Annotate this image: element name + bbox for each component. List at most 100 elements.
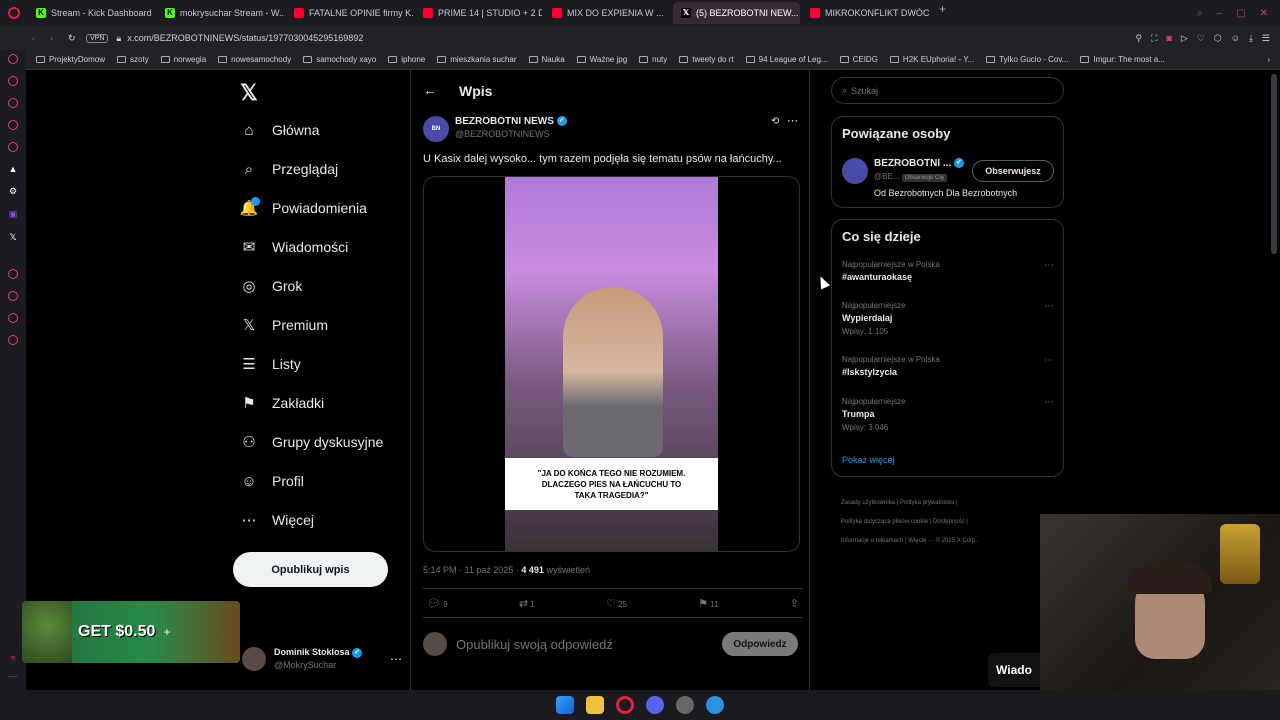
bookmark-item[interactable]: nuty <box>633 55 673 64</box>
trend-more-icon[interactable]: ⋯ <box>1044 355 1054 366</box>
pin-icon[interactable]: ⚲ <box>1136 33 1143 44</box>
sidebar-clock-icon[interactable] <box>8 291 18 301</box>
sidebar-x-icon[interactable]: 𝕏 <box>0 232 26 243</box>
bookmark-item[interactable]: Nauka <box>523 55 571 64</box>
bookmark-item[interactable]: norwegia <box>155 55 212 64</box>
nav-item-communities[interactable]: ⚇ Grupy dyskusyjne <box>240 427 383 457</box>
tweet-more-icon[interactable]: ⋯ <box>787 114 798 127</box>
account-icon[interactable]: ☺ <box>1231 33 1240 44</box>
start-menu-icon[interactable] <box>556 696 574 714</box>
nav-item-home[interactable]: ⌂ Główna <box>240 115 319 145</box>
reload-icon[interactable]: ↻ <box>68 33 86 44</box>
nav-item-list[interactable]: ☰ Listy <box>240 349 301 379</box>
footer-link[interactable]: Zasady użytkownika <box>841 500 895 506</box>
reply-input[interactable]: Opublikuj swoją odpowiedź <box>456 637 613 652</box>
like-action[interactable]: ♡ 25 <box>606 597 627 610</box>
bookmark-item[interactable]: samochody xayo <box>297 55 382 64</box>
sidebar-player-icon[interactable] <box>8 269 18 279</box>
play-icon[interactable]: ▷ <box>1181 33 1188 44</box>
sidebar-history-icon[interactable] <box>8 76 18 86</box>
nav-item-grok[interactable]: ◎ Grok <box>240 271 302 301</box>
trend-item[interactable]: Najpopularniejsze w Polska #Iskstylzycia ⋯ <box>842 355 1054 377</box>
forward-icon[interactable]: › <box>50 33 68 43</box>
browser-tab[interactable]: K Stream - Kick Dashboard <box>28 2 155 24</box>
bookmark-item[interactable]: ProjektyDomow <box>30 55 111 64</box>
bookmark-item[interactable]: 94 League of Leg... <box>740 55 834 64</box>
sidebar-wallet-icon[interactable] <box>8 98 18 108</box>
trend-item[interactable]: Najpopularniejsze Wypierdalaj Wpisy: 1 105… <box>842 301 1054 336</box>
nav-item-more[interactable]: ⋯ Więcej <box>240 505 315 535</box>
page-scrollbar[interactable] <box>1271 74 1277 254</box>
bookmark-item[interactable]: Tylko Gucio - Cov... <box>980 55 1074 64</box>
browser-tab[interactable]: PRIME 14 | STUDIO + 2 D... <box>415 2 542 24</box>
snapshot-icon[interactable]: ⛶ <box>1151 33 1157 44</box>
related-name-row[interactable]: BEZROBOTNI ... ✓ <box>874 158 965 169</box>
account-more-icon[interactable]: ⋯ <box>390 652 402 666</box>
bookmark-item[interactable]: CEIDG <box>834 55 884 64</box>
trend-more-icon[interactable]: ⋯ <box>1044 397 1054 408</box>
tweet-timestamp[interactable]: 5:14 PM · 11 paź 2025 · <box>423 565 519 575</box>
repost-action[interactable]: ⇄ 1 <box>519 597 535 610</box>
discord-icon[interactable] <box>646 696 664 714</box>
bookmark-item[interactable]: tweety do rt <box>673 55 739 64</box>
sidebar-mail-icon[interactable] <box>8 142 18 152</box>
footer-link[interactable]: Informacje o reklamach <box>841 538 903 544</box>
bookmark-action[interactable]: ⚑ 11 <box>698 597 718 610</box>
grok-icon[interactable]: ⟲ <box>771 116 779 127</box>
tweet-video[interactable]: "JA DO KOŃCA TEGO NIE ROZUMIEM. DLACZEGO… <box>423 176 800 552</box>
opera-gx-icon[interactable] <box>616 696 634 714</box>
share-icon[interactable]: ⇪ <box>790 597 799 610</box>
browser-tab[interactable]: FATALNE OPINIE firmy K... <box>286 2 413 24</box>
footer-link[interactable]: Więcej ··· <box>908 538 934 544</box>
nav-item-profile[interactable]: ☺ Profil <box>240 466 304 496</box>
sidebar-chat-icon[interactable] <box>8 313 18 323</box>
reply-button[interactable]: Odpowiedz <box>722 632 798 656</box>
nav-item-mail[interactable]: ✉ Wiadomości <box>240 232 349 262</box>
sidebar-messenger-icon[interactable] <box>8 54 18 64</box>
bookmark-item[interactable]: szoty <box>111 55 155 64</box>
new-tab-icon[interactable]: + <box>931 2 954 24</box>
sidebar-more-icon[interactable]: ⋯ <box>0 671 26 682</box>
pocket-icon[interactable]: ◙ <box>1166 33 1171 44</box>
messages-drawer[interactable]: Wiado <box>988 653 1040 687</box>
nav-item-x-logo[interactable]: 𝕏 Premium <box>240 310 328 340</box>
bookmark-item[interactable]: iphone <box>382 55 431 64</box>
search-tabs-icon[interactable]: ⌕ <box>1197 8 1203 19</box>
back-icon[interactable]: ‹ <box>32 33 50 43</box>
following-button[interactable]: Obserwujesz <box>972 160 1054 182</box>
close-icon[interactable]: ✕ <box>1260 8 1268 19</box>
account-switcher[interactable]: Dominik Stoklosa ✓ @MokrySuchar ⋯ <box>242 645 402 673</box>
browser-tab[interactable]: MIX DO EXPIENIA W ... <box>544 2 671 24</box>
nav-item-search[interactable]: ⌕ Przeglądaj <box>240 154 338 184</box>
trend-more-icon[interactable]: ⋯ <box>1044 301 1054 312</box>
download-icon[interactable]: ⤓ <box>1249 33 1253 44</box>
search-box[interactable]: ⌕ Szukaj <box>831 77 1064 104</box>
browser-tab[interactable]: Kmokrysuchar Stream - W... <box>157 2 284 24</box>
bookmark-item[interactable]: nowesamochody <box>212 55 297 64</box>
messenger-icon[interactable] <box>706 696 724 714</box>
bookmark-item[interactable]: H2K EUphoria! - Y... <box>884 55 980 64</box>
obs-icon[interactable] <box>676 696 694 714</box>
search-input[interactable]: Szukaj <box>851 86 878 96</box>
footer-link[interactable]: Polityka prywatności <box>900 500 954 506</box>
bookmark-item[interactable]: mieszkania suchar <box>431 55 522 64</box>
sidebar-aria-icon[interactable]: ▲ <box>0 164 26 174</box>
sidebar-twitch-icon[interactable]: ▣ <box>0 209 26 220</box>
heart-icon[interactable]: ♡ <box>1197 33 1205 44</box>
reply-action[interactable]: 💬︎ 9 <box>427 597 448 610</box>
browser-tab[interactable]: 𝕏 (5) BEZROBOTNI NEW... <box>673 2 800 24</box>
back-arrow-icon[interactable]: ← <box>423 82 437 98</box>
maximize-icon[interactable]: ▢ <box>1236 8 1245 19</box>
publish-post-button[interactable]: Opublikuj wpis <box>233 552 388 587</box>
trend-more-icon[interactable]: ⋯ <box>1044 260 1054 271</box>
sidebar-pinboard-icon[interactable] <box>8 120 18 130</box>
file-explorer-icon[interactable] <box>586 696 604 714</box>
sidebar-settings-icon[interactable] <box>8 335 18 345</box>
vpn-badge[interactable]: VPN <box>86 33 109 43</box>
trend-item[interactable]: Najpopularniejsze w Polska #awanturaokasę… <box>842 260 1054 282</box>
show-more-link[interactable]: Pokaż więcej <box>842 455 895 465</box>
minimize-icon[interactable]: – <box>1217 8 1223 19</box>
opera-logo-icon[interactable] <box>0 7 28 19</box>
bookmark-item[interactable]: Ważne jpg <box>571 55 634 64</box>
sidebar-chatgpt-icon[interactable]: ⚙ <box>0 186 26 197</box>
